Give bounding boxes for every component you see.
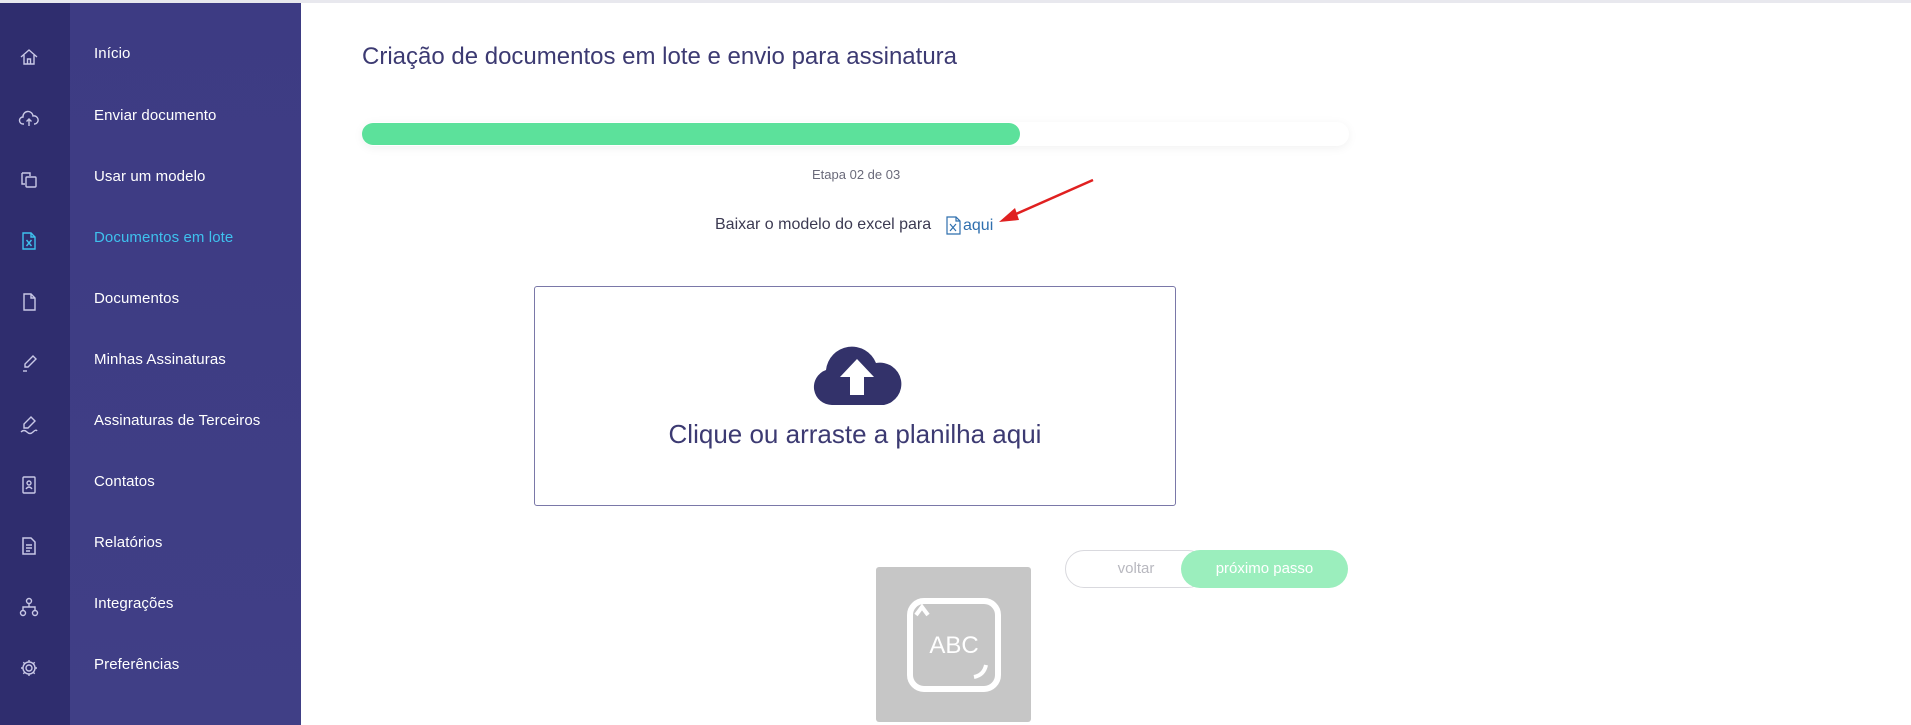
next-step-button[interactable]: próximo passo: [1181, 550, 1348, 588]
signature-icon: [18, 413, 40, 435]
sidebar-item-inicio[interactable]: Início: [0, 31, 301, 81]
spreadsheet-dropzone[interactable]: Clique ou arraste a planilha aqui: [534, 286, 1176, 506]
cloud-upload-icon: [18, 108, 40, 130]
report-icon: [18, 535, 40, 557]
sidebar-item-relatorios[interactable]: Relatórios: [0, 520, 301, 570]
sidebar-item-label: Relatórios: [94, 534, 163, 551]
download-template-link[interactable]: aqui: [946, 216, 993, 235]
sidebar-item-contatos[interactable]: Contatos: [0, 459, 301, 509]
contacts-icon: [18, 474, 40, 496]
sidebar-item-enviar-documento[interactable]: Enviar documento: [0, 93, 301, 143]
sidebar-item-minhas-assinaturas[interactable]: Minhas Assinaturas: [0, 337, 301, 387]
sidebar-item-label: Contatos: [94, 473, 155, 490]
excel-file-icon: [946, 216, 961, 235]
integrations-icon: [18, 596, 40, 618]
sidebar-item-label: Usar um modelo: [94, 168, 206, 185]
download-template-text: Baixar o modelo do excel para: [715, 216, 932, 233]
step-label: Etapa 02 de 03: [812, 167, 901, 182]
sidebar-item-documentos[interactable]: Documentos: [0, 276, 301, 326]
home-icon: [18, 46, 40, 68]
pen-icon: [18, 352, 40, 374]
keyboard-tile-text: ABC: [929, 632, 978, 659]
sidebar-item-label: Assinaturas de Terceiros: [94, 412, 261, 429]
sidebar-item-label: Início: [94, 45, 131, 62]
gear-icon: [18, 657, 40, 679]
sidebar-item-usar-modelo[interactable]: Usar um modelo: [0, 154, 301, 204]
keyboard-abc-icon: ABC: [907, 598, 1001, 692]
excel-file-icon: [18, 230, 40, 252]
sidebar-item-integracoes[interactable]: Integrações: [0, 581, 301, 631]
sidebar-item-label: Minhas Assinaturas: [94, 351, 226, 368]
cloud-upload-icon: [813, 346, 902, 406]
document-icon: [18, 291, 40, 313]
sidebar-item-label: Enviar documento: [94, 107, 217, 124]
annotation-arrow: [999, 178, 1094, 222]
sidebar-item-label: Integrações: [94, 595, 174, 612]
keyboard-input-tile[interactable]: ABC: [876, 567, 1031, 722]
sidebar-item-preferencias[interactable]: Preferências: [0, 642, 301, 692]
template-icon: [18, 169, 40, 191]
progress-fill: [362, 123, 1021, 145]
sidebar-item-label: Documentos: [94, 290, 180, 307]
sidebar-item-label: Preferências: [94, 656, 180, 673]
page-title: Criação de documentos em lote e envio pa…: [362, 43, 958, 70]
progress-bar: [362, 122, 1349, 146]
sidebar-item-assinaturas-terceiros[interactable]: Assinaturas de Terceiros: [0, 398, 301, 448]
download-link-label: aqui: [963, 216, 994, 234]
dropzone-label: Clique ou arraste a planilha aqui: [668, 419, 1042, 449]
sidebar-item-documentos-em-lote[interactable]: Documentos em lote: [0, 215, 301, 265]
sidebar-item-label: Documentos em lote: [94, 229, 234, 246]
